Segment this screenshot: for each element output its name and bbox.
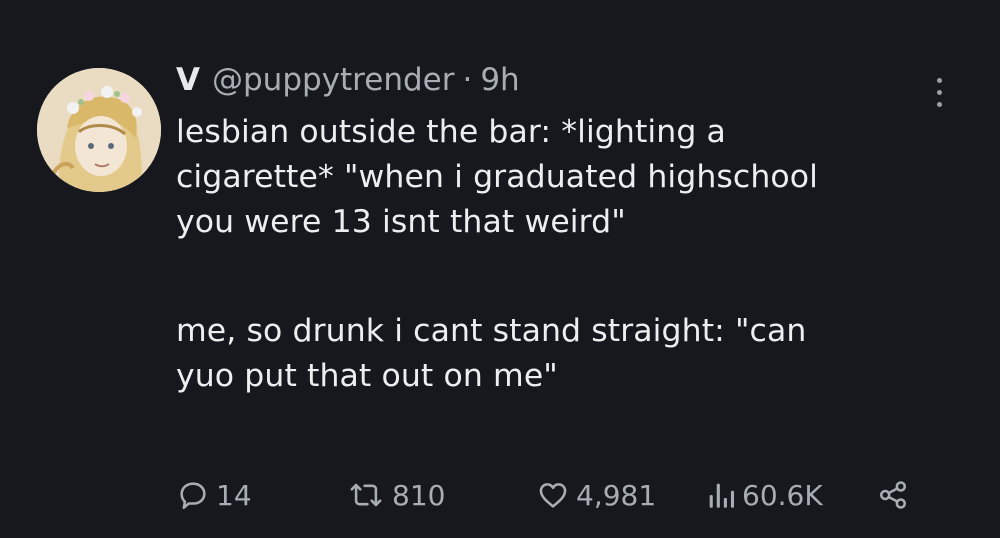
tweet-line: lesbian outside the bar: *lighting a: [176, 114, 726, 150]
display-name[interactable]: V: [176, 62, 200, 98]
like-button[interactable]: 4,981: [536, 472, 656, 518]
tweet-line: yuo put that out on me": [176, 358, 558, 394]
views-button[interactable]: 60.6K: [706, 472, 823, 518]
share-button[interactable]: [876, 472, 916, 518]
avatar[interactable]: [37, 68, 161, 192]
heart-icon: [539, 483, 567, 508]
view-count: 60.6K: [742, 478, 823, 512]
reply-bubble-icon: [180, 482, 206, 510]
tweet-text: lesbian outside the bar: *lighting a cig…: [176, 110, 956, 399]
header-separator: ·: [462, 62, 473, 98]
user-handle[interactable]: @puppytrender: [212, 62, 454, 98]
reply-count: 14: [216, 478, 252, 512]
tweet-header: V @puppytrender · 9h: [176, 62, 520, 106]
like-count: 4,981: [576, 478, 657, 512]
tweet-card: V @puppytrender · 9h lesbian outside the…: [0, 0, 1000, 538]
retweet-button[interactable]: 810: [346, 472, 445, 518]
tweet-line: me, so drunk i cant stand straight: "can: [176, 313, 807, 349]
more-vertical-icon[interactable]: [926, 72, 954, 112]
retweet-count: 810: [392, 478, 446, 512]
reply-button[interactable]: 14: [176, 472, 252, 518]
bar-chart-icon: [709, 483, 735, 508]
post-time[interactable]: 9h: [480, 62, 519, 98]
retweet-arrows-icon: [350, 483, 382, 507]
action-bar: 14 810 4,981 60.6K: [176, 472, 956, 518]
tweet-line: cigarette* "when i graduated highschool: [176, 159, 819, 195]
share-nodes-icon: [879, 481, 907, 509]
avatar-illustration: [37, 68, 161, 192]
tweet-line: you were 13 isnt that weird": [176, 204, 626, 240]
